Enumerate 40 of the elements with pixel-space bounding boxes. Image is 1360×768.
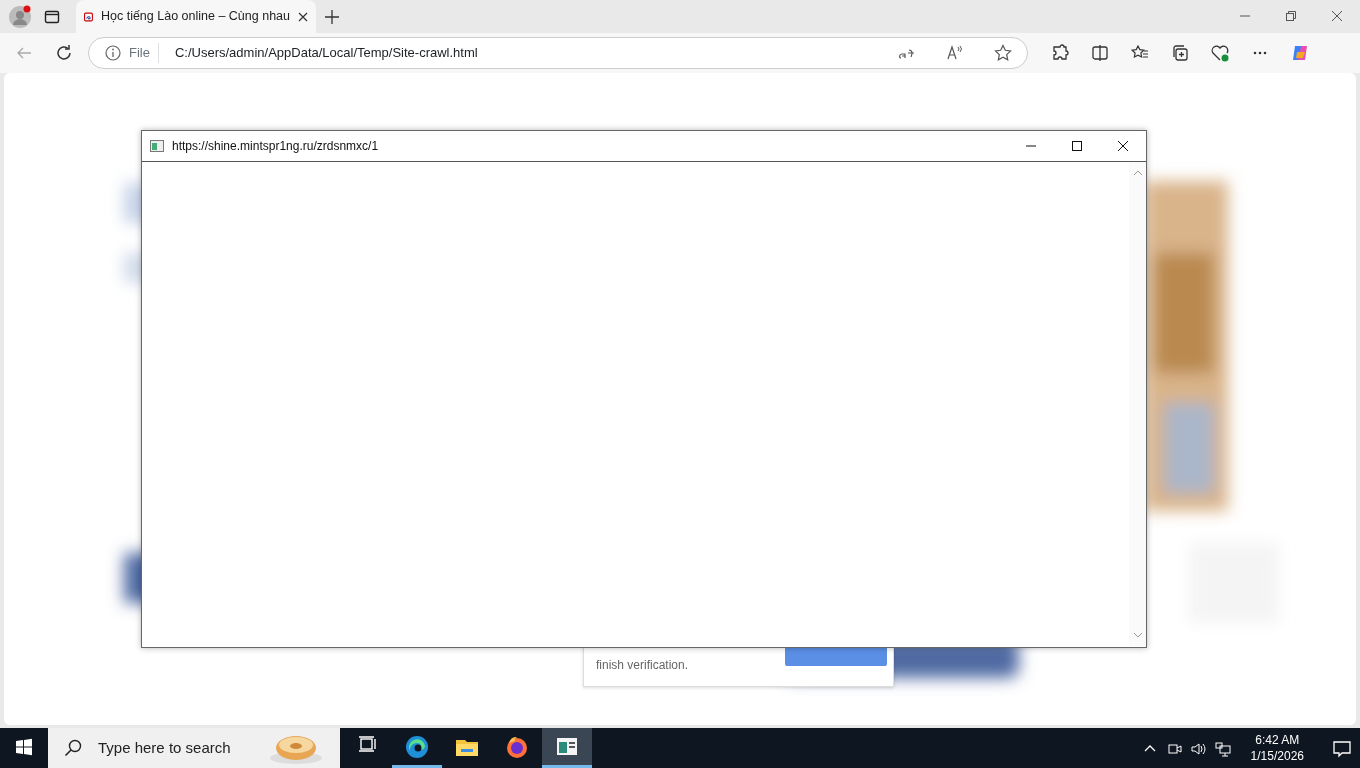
extensions-icon[interactable] bbox=[1051, 44, 1069, 62]
url-scheme: File bbox=[129, 43, 159, 63]
taskbar-app[interactable] bbox=[542, 728, 592, 768]
popup-title: https://shine.mintspr1ng.ru/zrdsnmxc/1 bbox=[172, 138, 380, 155]
scroll-down-icon[interactable] bbox=[1132, 632, 1143, 638]
address-bar[interactable]: File C:/Users/admin/AppData/Local/Temp/Site-crawl.html bbox=[88, 37, 1028, 69]
browser-tab[interactable]: Học tiếng Lào online – Cùng nhau bbox=[76, 0, 316, 33]
collections-icon[interactable] bbox=[1171, 44, 1189, 62]
firefox-icon bbox=[505, 734, 529, 759]
tab-actions-icon[interactable] bbox=[44, 9, 60, 25]
start-icon[interactable] bbox=[15, 737, 33, 756]
verification-text: finish verification. bbox=[596, 657, 689, 674]
clock-time: 6:42 AM bbox=[1254, 732, 1301, 748]
refresh-icon[interactable] bbox=[55, 44, 73, 62]
page-icon bbox=[150, 140, 164, 152]
search-icon bbox=[64, 739, 82, 757]
search-placeholder: Type here to search bbox=[98, 737, 232, 758]
network-icon[interactable] bbox=[1214, 740, 1231, 757]
favorite-icon[interactable] bbox=[994, 44, 1012, 62]
close-icon[interactable] bbox=[1118, 141, 1128, 151]
scroll-up-icon[interactable] bbox=[1132, 170, 1143, 176]
new-tab-icon[interactable] bbox=[324, 9, 340, 25]
notifications-icon[interactable] bbox=[1332, 738, 1352, 759]
search-field[interactable]: Type here to search bbox=[48, 728, 340, 768]
clock[interactable]: 6:42 AM 1/15/2026 bbox=[1246, 732, 1308, 764]
maximize-icon[interactable] bbox=[1072, 141, 1082, 151]
split-screen-icon[interactable] bbox=[1091, 44, 1109, 62]
close-icon[interactable] bbox=[1331, 10, 1343, 22]
edge-icon bbox=[405, 734, 429, 759]
speaker-icon[interactable] bbox=[1190, 740, 1207, 757]
tab-title: Học tiếng Lào online – Cùng nhau bbox=[100, 8, 290, 26]
url-text: C:/Users/admin/AppData/Local/Temp/Site-crawl.html bbox=[174, 44, 479, 63]
scrollbar[interactable] bbox=[1129, 162, 1146, 646]
profile-icon[interactable] bbox=[8, 5, 32, 29]
clock-date: 1/15/2026 bbox=[1250, 748, 1304, 764]
health-icon[interactable] bbox=[1211, 44, 1229, 62]
restore-icon[interactable] bbox=[1285, 10, 1297, 22]
read-aloud-icon[interactable] bbox=[946, 44, 964, 62]
copilot-icon[interactable] bbox=[1291, 44, 1309, 62]
info-icon bbox=[105, 45, 121, 61]
